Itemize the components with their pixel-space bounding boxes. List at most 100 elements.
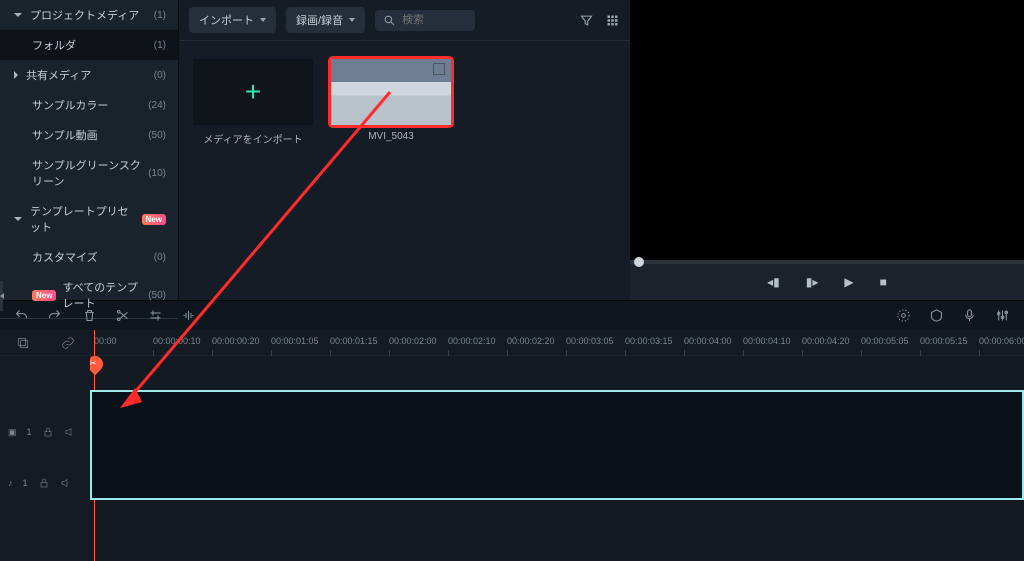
sidebar-item-shared-media[interactable]: 共有メディア (0) <box>0 60 178 90</box>
new-badge: New <box>142 214 166 225</box>
timeline-tracks-area[interactable]: 00:00 00:00:00:10 00:00:00:20 00:00:01:05 00… <box>90 330 1024 561</box>
ruler-tick: 00:00:05:05 <box>861 336 909 346</box>
audio-track[interactable] <box>90 530 1024 560</box>
sidebar-count: (1) <box>154 10 166 21</box>
chevron-down-icon <box>349 18 355 22</box>
record-label: 録画/録音 <box>296 12 343 28</box>
ruler-tick: 00:00:00:20 <box>212 336 260 346</box>
split-icon[interactable] <box>115 308 130 323</box>
sidebar-item-label: 共有メディア <box>26 67 91 83</box>
speaker-icon[interactable] <box>64 426 76 438</box>
ruler-tick: 00:00:01:15 <box>330 336 378 346</box>
sidebar-item-label: カスタマイズ <box>32 249 98 265</box>
sidebar-item-customize[interactable]: カスタマイズ (0) <box>0 242 178 272</box>
scrubber-handle[interactable] <box>634 257 644 267</box>
media-panel: インポート 録画/録音 + メディアをインポート MVI_5043 <box>178 0 630 300</box>
ruler-tick: 00:00:06:00 <box>979 336 1024 346</box>
step-back-button[interactable]: ▮▸ <box>806 275 819 289</box>
auto-reframe-icon[interactable] <box>896 308 911 323</box>
timeline-track-headers: ▣1 ♪1 <box>0 330 90 561</box>
stop-button[interactable]: ■ <box>880 275 887 289</box>
import-media-tile[interactable]: + メディアをインポート <box>193 59 313 146</box>
play-button[interactable]: ▶ <box>844 275 853 289</box>
speaker-icon[interactable] <box>60 477 72 489</box>
search-box[interactable] <box>375 10 475 31</box>
video-track-header[interactable]: ▣1 <box>0 396 90 468</box>
audio-track-header[interactable]: ♪1 <box>0 468 90 498</box>
sidebar-item-folder[interactable]: フォルダ (1) <box>0 30 178 60</box>
sidebar-item-label: プロジェクトメディア <box>30 7 139 23</box>
prev-frame-button[interactable]: ◂▮ <box>767 275 780 289</box>
sidebar-item-label: サンプル動画 <box>32 127 98 143</box>
preview-canvas[interactable] <box>630 0 1024 260</box>
ruler-tick: 00:00 <box>94 336 117 346</box>
mixer-icon[interactable] <box>995 308 1010 323</box>
ruler-tick: 00:00:04:10 <box>743 336 791 346</box>
timeline-ruler[interactable]: 00:00 00:00:00:10 00:00:00:20 00:00:01:05 00… <box>90 330 1024 356</box>
sidebar-item-sample-greenscreen[interactable]: サンプルグリーンスクリーン (10) <box>0 150 178 196</box>
sidebar-item-label: サンプルカラー <box>32 97 108 113</box>
redo-icon[interactable] <box>47 308 62 323</box>
caret-down-icon <box>14 217 22 221</box>
ruler-tick: 00:00:05:15 <box>920 336 968 346</box>
ruler-tick: 00:00:03:05 <box>566 336 614 346</box>
grid-view-icon[interactable] <box>604 12 620 28</box>
sidebar-count: (50) <box>148 290 166 301</box>
media-clip[interactable]: MVI_5043 <box>331 59 451 146</box>
chevron-down-icon <box>260 18 266 22</box>
sidebar-count: (24) <box>148 100 166 111</box>
sidebar-item-label: すべてのテンプレート <box>62 279 148 311</box>
voiceover-icon[interactable] <box>962 308 977 323</box>
filter-icon[interactable] <box>578 12 594 28</box>
sidebar-count: (0) <box>154 70 166 81</box>
new-badge: New <box>32 290 56 301</box>
caret-down-icon <box>14 13 22 17</box>
import-label: インポート <box>199 12 254 28</box>
sidebar-count: (10) <box>148 168 166 179</box>
import-dropdown[interactable]: インポート <box>189 7 276 33</box>
sidebar-count: (1) <box>154 40 166 51</box>
track-number: 1 <box>23 478 28 488</box>
sidebar-item-label: サンプルグリーンスクリーン <box>32 157 148 189</box>
search-icon <box>383 14 396 27</box>
audio-wave-icon[interactable] <box>181 308 196 323</box>
lock-icon[interactable] <box>42 426 54 438</box>
link-icon[interactable] <box>61 336 75 350</box>
preview-controls: ◂▮ ▮▸ ▶ ■ <box>630 260 1024 300</box>
sidebar-item-sample-color[interactable]: サンプルカラー (24) <box>0 90 178 120</box>
plus-icon: + <box>245 76 261 108</box>
ruler-tick: 00:00:01:05 <box>271 336 319 346</box>
thumb-label: MVI_5043 <box>368 131 414 142</box>
ruler-tick: 00:00:04:00 <box>684 336 732 346</box>
clip-thumbnail <box>331 59 451 125</box>
track-number: 1 <box>27 427 32 437</box>
sidebar-item-label: フォルダ <box>32 37 76 53</box>
keyframe-row[interactable] <box>90 356 1024 388</box>
media-toolbar: インポート 録画/録音 <box>179 0 630 41</box>
adjust-icon[interactable] <box>148 308 163 323</box>
ruler-tick: 00:00:00:10 <box>153 336 201 346</box>
sidebar-count: (50) <box>148 130 166 141</box>
preview-panel: ◂▮ ▮▸ ▶ ■ <box>630 0 1024 300</box>
sidebar-item-project-media[interactable]: プロジェクトメディア (1) <box>0 0 178 30</box>
ruler-tick: 00:00:03:15 <box>625 336 673 346</box>
lock-icon[interactable] <box>38 477 50 489</box>
search-input[interactable] <box>402 14 462 26</box>
ruler-tick: 00:00:02:00 <box>389 336 437 346</box>
delete-icon[interactable] <box>82 308 97 323</box>
video-track-dropzone[interactable] <box>90 390 1024 500</box>
marker-icon[interactable] <box>929 308 944 323</box>
caret-right-icon <box>14 71 18 79</box>
ruler-tick: 00:00:02:20 <box>507 336 555 346</box>
timeline: ▣1 ♪1 00:00 00:00:00:10 00:00:00:20 00:00:0… <box>0 330 1024 561</box>
panel-collapse-handle[interactable] <box>0 281 3 311</box>
undo-icon[interactable] <box>14 308 29 323</box>
overlay-mode-icon[interactable] <box>16 336 30 350</box>
sidebar-count: (0) <box>154 252 166 263</box>
preview-scrubber[interactable] <box>630 260 1024 264</box>
library-sidebar: プロジェクトメディア (1) フォルダ (1) 共有メディア (0) サンプルカ… <box>0 0 178 300</box>
sidebar-item-sample-video[interactable]: サンプル動画 (50) <box>0 120 178 150</box>
sidebar-item-template-preset[interactable]: テンプレートプリセット New <box>0 196 178 242</box>
record-dropdown[interactable]: 録画/録音 <box>286 7 365 33</box>
sidebar-item-label: テンプレートプリセット <box>30 203 136 235</box>
